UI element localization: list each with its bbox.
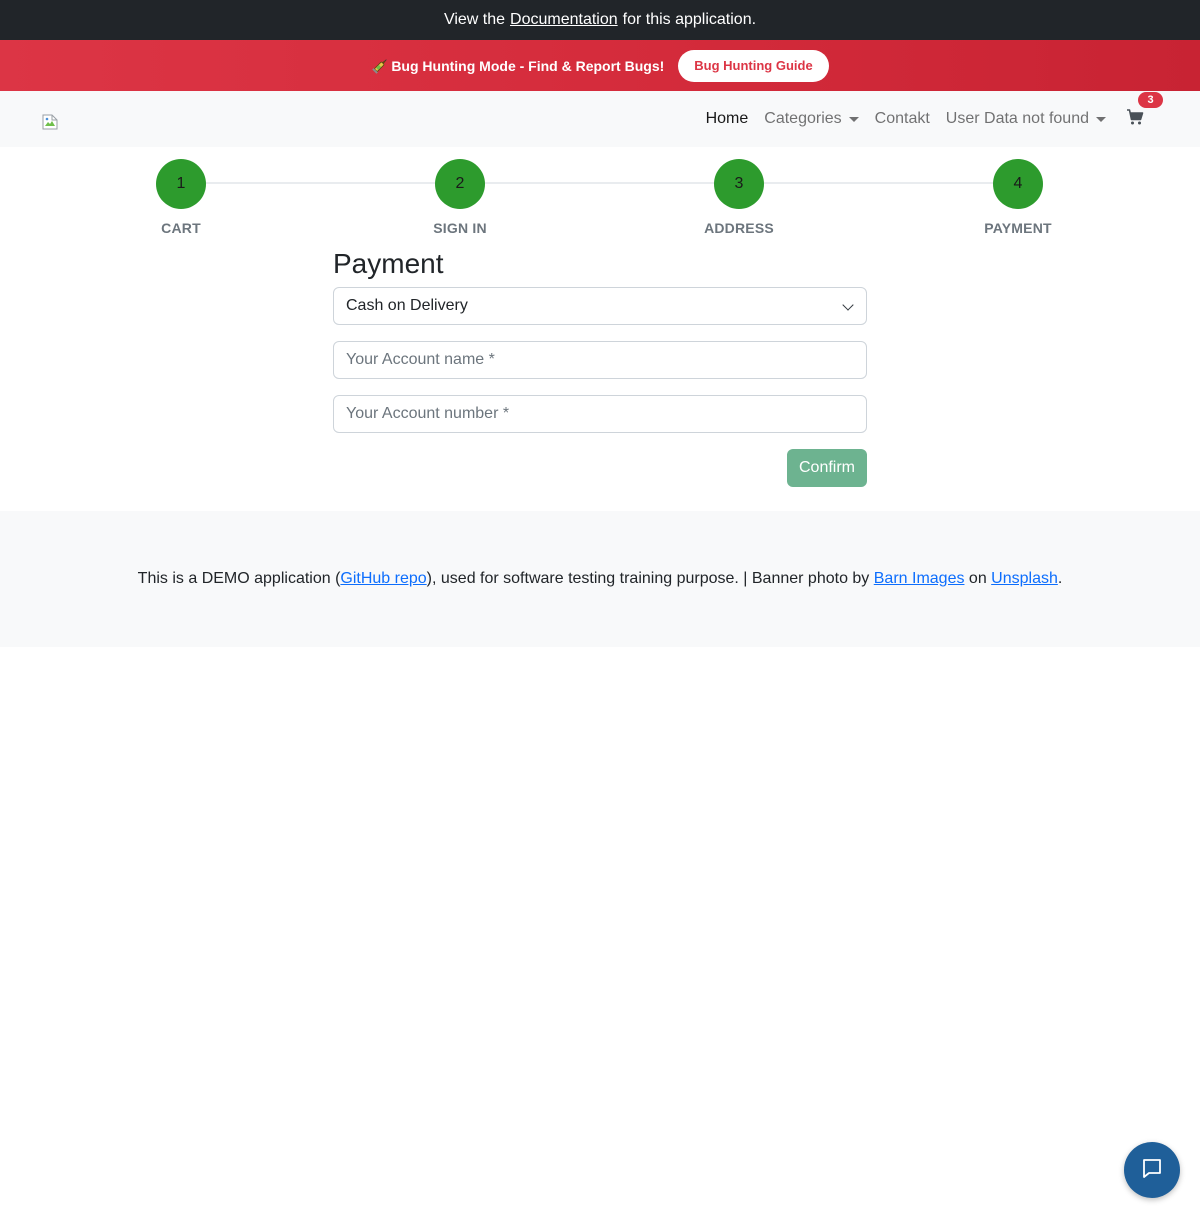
confirm-button[interactable]: Confirm [786, 449, 867, 487]
footer: This is a DEMO application (GitHub repo)… [0, 511, 1200, 647]
bug-hunting-guide-button[interactable]: Bug Hunting Guide [678, 49, 829, 82]
stepper-line [181, 182, 1019, 184]
documentation-bar: View the Documentation for this applicat… [0, 0, 1200, 40]
footer-text-3: on [964, 570, 992, 587]
payment-method-value: Cash on Delivery [346, 297, 468, 314]
chat-button[interactable] [1124, 1142, 1180, 1198]
step-label: PAYMENT [984, 220, 1052, 236]
footer-text-1: This is a DEMO application ( [137, 570, 341, 587]
step-label: CART [161, 220, 201, 236]
confirm-row: Confirm [333, 449, 867, 487]
step-address: 3 ADDRESS [669, 159, 809, 236]
syringe-icon [371, 57, 389, 75]
chat-icon [1140, 1156, 1164, 1185]
step-number: 4 [993, 159, 1043, 209]
payment-form: Payment Cash on Delivery Confirm [333, 247, 867, 487]
github-repo-link[interactable]: GitHub repo [340, 570, 426, 587]
nav-categories-label: Categories [764, 110, 842, 127]
step-label: ADDRESS [704, 220, 774, 236]
footer-text-2: ), used for software testing training pu… [426, 570, 874, 587]
step-number: 3 [714, 159, 764, 209]
step-label: SIGN IN [433, 220, 487, 236]
cart-icon [1126, 108, 1144, 131]
nav-home-label: Home [705, 110, 749, 127]
account-name-input[interactable] [333, 341, 867, 379]
nav-contakt[interactable]: Contakt [867, 110, 938, 128]
nav-items: Home Categories Contakt User Data not fo… [698, 91, 1163, 147]
step-number: 2 [435, 159, 485, 209]
unsplash-link[interactable]: Unsplash [991, 570, 1058, 587]
account-number-input[interactable] [333, 395, 867, 433]
caret-down-icon [1096, 116, 1106, 122]
documentation-prefix: View the [443, 11, 506, 28]
payment-method-select[interactable]: Cash on Delivery [333, 287, 867, 325]
chevron-down-icon [842, 299, 854, 311]
documentation-suffix: for this application. [622, 11, 757, 28]
nav-cart[interactable]: 3 [1114, 91, 1163, 131]
broken-image-icon[interactable] [42, 114, 58, 130]
step-number: 1 [156, 159, 206, 209]
barn-images-link[interactable]: Barn Images [874, 570, 965, 587]
nav-user-label: User Data not found [945, 110, 1089, 127]
bug-hunting-text-wrap: Bug Hunting Mode - Find & Report Bugs! [371, 57, 664, 75]
footer-text-4: . [1057, 570, 1063, 587]
cart-count-badge: 3 [1138, 91, 1163, 108]
nav-contakt-label: Contakt [874, 110, 930, 127]
nav-categories-dropdown[interactable]: Categories [756, 110, 866, 128]
footer-text: This is a DEMO application (GitHub repo)… [138, 570, 1063, 588]
documentation-link[interactable]: Documentation [510, 11, 618, 29]
step-cart: 1 CART [111, 159, 251, 236]
step-sign-in: 2 SIGN IN [390, 159, 530, 236]
caret-down-icon [848, 116, 859, 122]
main-navbar: Home Categories Contakt User Data not fo… [0, 91, 1200, 147]
nav-home[interactable]: Home [698, 110, 757, 128]
bug-hunting-banner: Bug Hunting Mode - Find & Report Bugs! B… [0, 40, 1200, 91]
nav-user-dropdown[interactable]: User Data not found [938, 110, 1114, 128]
step-payment: 4 PAYMENT [948, 159, 1088, 236]
bug-hunting-text: Bug Hunting Mode - Find & Report Bugs! [391, 57, 665, 74]
payment-title: Payment [333, 248, 444, 279]
checkout-stepper: 1 CART 2 SIGN IN 3 ADDRESS 4 PAYMENT [0, 147, 1200, 247]
